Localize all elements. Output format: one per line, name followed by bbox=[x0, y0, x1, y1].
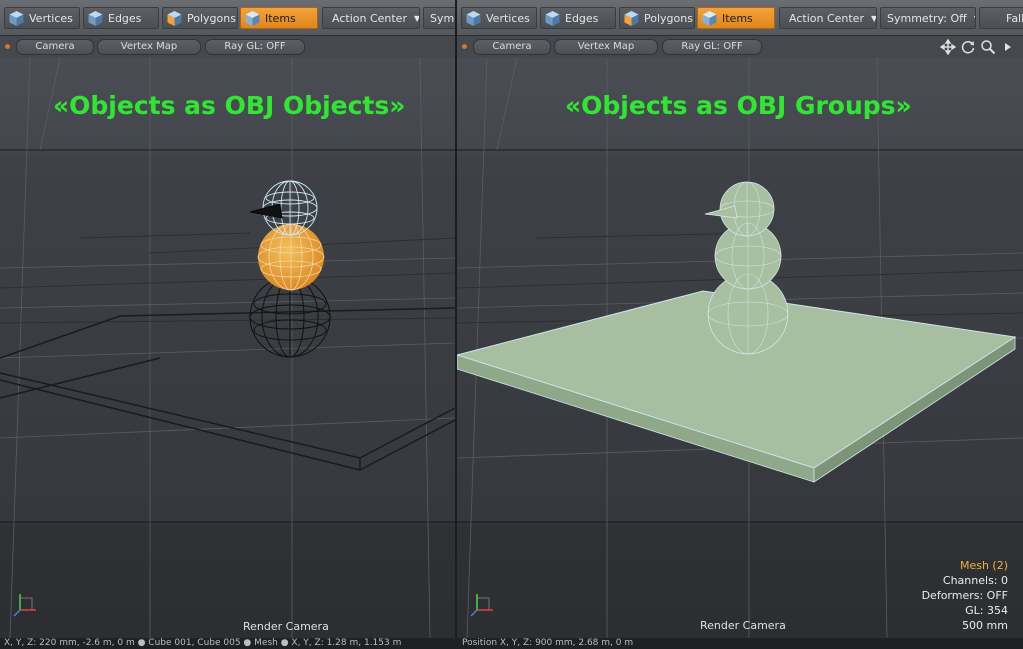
right-symmetry-dropdown[interactable]: Symmetry: Off ▼ bbox=[880, 7, 976, 29]
right-view-header: Camera Vertex Map Ray GL: OFF bbox=[457, 36, 1023, 58]
left-viewport-scene bbox=[0, 58, 455, 638]
left-items-button[interactable]: Items bbox=[240, 7, 318, 29]
edges-cube-icon bbox=[88, 10, 103, 26]
left-symmetry-dropdown[interactable]: Symm bbox=[423, 7, 455, 29]
right-action-center-dropdown[interactable]: Action Center ▼ bbox=[779, 7, 877, 29]
left-camera-button[interactable]: Camera bbox=[16, 39, 94, 55]
left-vertices-button[interactable]: Vertices bbox=[4, 7, 80, 29]
grid-scale-info: 500 mm bbox=[962, 619, 1008, 632]
right-polygons-label: Polygons bbox=[644, 11, 693, 25]
move-arrows-icon[interactable] bbox=[940, 39, 956, 55]
vertices-cube-icon bbox=[9, 10, 24, 26]
chevron-down-icon: ▼ bbox=[870, 13, 877, 23]
items-cube-icon bbox=[702, 10, 717, 26]
right-falloff-dropdown[interactable]: Fall bbox=[979, 7, 1023, 29]
right-falloff-label: Fall bbox=[1006, 11, 1023, 25]
channels-info: Channels: 0 bbox=[942, 574, 1008, 587]
axis-gizmo-icon bbox=[470, 594, 493, 617]
left-vertices-label: Vertices bbox=[29, 11, 73, 25]
zoom-magnifier-icon[interactable] bbox=[980, 39, 996, 55]
right-viewport-pane: Vertices Edges Polygons Items Action Cen… bbox=[457, 0, 1023, 638]
right-3d-viewport[interactable]: Render Camera bbox=[457, 58, 1023, 638]
right-toolbar: Vertices Edges Polygons Items Action Cen… bbox=[457, 0, 1023, 36]
left-render-camera-label: Render Camera bbox=[243, 620, 329, 633]
vertices-cube-icon bbox=[466, 10, 481, 26]
right-status-text: Position X, Y, Z: 900 mm, 2.68 m, 0 m bbox=[462, 638, 634, 648]
right-render-camera-label: Render Camera bbox=[700, 619, 786, 632]
right-ray-gl-button[interactable]: Ray GL: OFF bbox=[662, 39, 762, 55]
left-action-center-label: Action Center bbox=[332, 11, 407, 25]
right-vertex-map-button[interactable]: Vertex Map bbox=[554, 39, 658, 55]
viewport-menu-dot-icon[interactable] bbox=[5, 44, 10, 49]
left-3d-viewport[interactable]: Render Camera bbox=[0, 58, 455, 638]
scene-info-overlay: Mesh (2) Channels: 0 Deformers: OFF GL: … bbox=[922, 558, 1008, 633]
left-edges-button[interactable]: Edges bbox=[83, 7, 159, 29]
rotate-view-icon[interactable] bbox=[960, 39, 976, 55]
chevron-down-icon: ▼ bbox=[974, 14, 975, 23]
status-bar: X, Y, Z: 220 mm, -2.6 m, 0 m ● Cube 001,… bbox=[0, 638, 1023, 649]
right-edges-button[interactable]: Edges bbox=[540, 7, 616, 29]
left-symmetry-label: Symm bbox=[430, 11, 455, 25]
left-polygons-label: Polygons bbox=[187, 11, 236, 25]
left-action-center-dropdown[interactable]: Action Center ▼ bbox=[322, 7, 420, 29]
right-symmetry-label: Symmetry: Off bbox=[887, 11, 967, 25]
edges-cube-icon bbox=[545, 10, 560, 26]
right-caption: «Objects as OBJ Groups» bbox=[565, 91, 912, 120]
left-items-label: Items bbox=[265, 11, 296, 25]
deformers-info: Deformers: OFF bbox=[921, 589, 1008, 602]
left-toolbar: Vertices Edges Polygons Items Action Cen… bbox=[0, 0, 455, 36]
chevron-down-icon: ▼ bbox=[413, 13, 420, 23]
right-camera-button[interactable]: Camera bbox=[473, 39, 551, 55]
left-view-header: Camera Vertex Map Ray GL: OFF bbox=[0, 36, 455, 58]
right-items-label: Items bbox=[722, 11, 753, 25]
right-polygons-button[interactable]: Polygons bbox=[619, 7, 695, 29]
left-edges-label: Edges bbox=[108, 11, 142, 25]
left-status-text: X, Y, Z: 220 mm, -2.6 m, 0 m ● Cube 001,… bbox=[4, 638, 402, 648]
gl-info: GL: 354 bbox=[965, 604, 1008, 617]
left-vertex-map-button[interactable]: Vertex Map bbox=[97, 39, 201, 55]
more-arrow-icon[interactable] bbox=[1000, 39, 1016, 55]
polygons-cube-icon bbox=[167, 10, 182, 26]
right-viewport-scene bbox=[457, 58, 1023, 638]
left-caption: «Objects as OBJ Objects» bbox=[53, 91, 406, 120]
left-polygons-button[interactable]: Polygons bbox=[162, 7, 238, 29]
right-edges-label: Edges bbox=[565, 11, 599, 25]
polygons-cube-icon bbox=[624, 10, 639, 26]
right-vertices-button[interactable]: Vertices bbox=[461, 7, 537, 29]
right-action-center-label: Action Center bbox=[789, 11, 864, 25]
left-viewport-pane: Vertices Edges Polygons Items Action Cen… bbox=[0, 0, 455, 638]
right-vertices-label: Vertices bbox=[486, 11, 530, 25]
left-ray-gl-button[interactable]: Ray GL: OFF bbox=[205, 39, 305, 55]
mesh-count: Mesh (2) bbox=[959, 559, 1008, 572]
right-items-button[interactable]: Items bbox=[697, 7, 775, 29]
viewport-menu-dot-icon[interactable] bbox=[462, 44, 467, 49]
axis-gizmo-icon bbox=[13, 594, 36, 617]
items-cube-icon bbox=[245, 10, 260, 26]
